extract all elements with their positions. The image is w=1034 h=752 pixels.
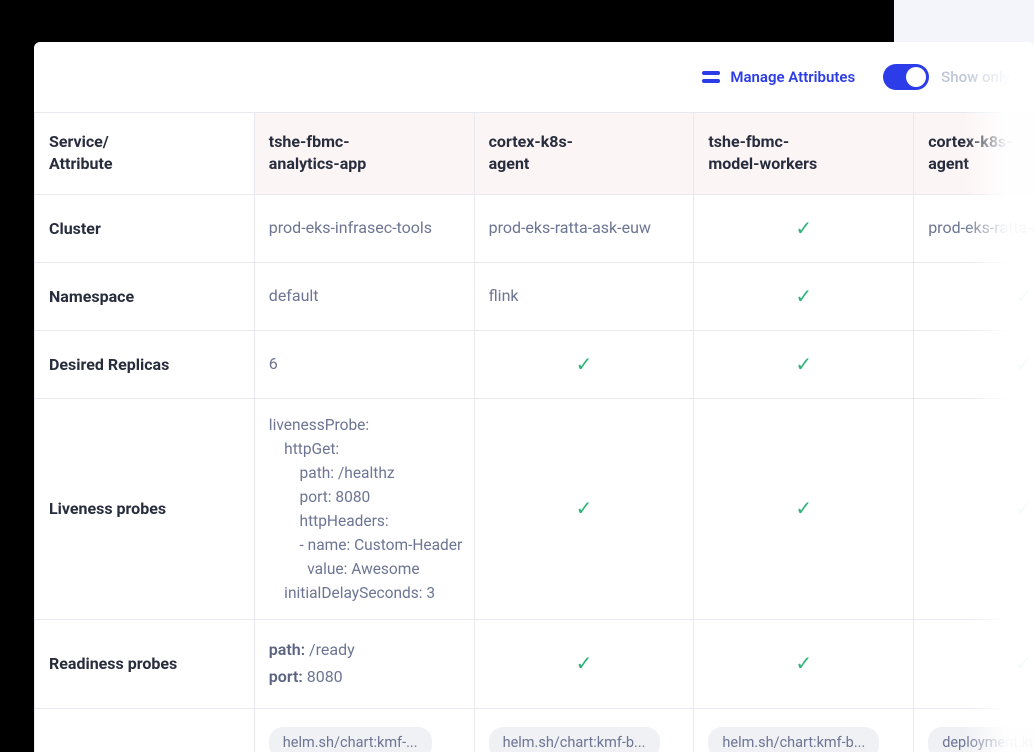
check-icon: ✓ <box>795 493 812 524</box>
attr-value-check: ✓ <box>914 262 1034 330</box>
attr-value-check: ✓ <box>694 330 914 398</box>
attr-value-check: ✓ <box>694 262 914 330</box>
table-row: Liveness probes livenessProbe: httpGet: … <box>35 398 1034 619</box>
check-icon: ✓ <box>1015 493 1032 524</box>
check-icon: ✓ <box>795 648 812 679</box>
attr-label: Readiness probes <box>35 619 255 708</box>
toggle-knob <box>906 67 926 87</box>
table-row: Labels helm.sh/chart:kmf-... app.kuberne… <box>35 708 1034 752</box>
attr-value: deployment.kuberne... <box>914 708 1034 752</box>
check-icon: ✓ <box>795 281 812 312</box>
attr-value-check: ✓ <box>694 194 914 262</box>
table-row: Namespace default flink ✓ ✓ <box>35 262 1034 330</box>
liveness-yaml: livenessProbe: httpGet: path: /healthz p… <box>269 413 460 605</box>
show-only-toggle[interactable] <box>883 64 929 90</box>
manage-attributes-button[interactable]: Manage Attributes <box>702 68 855 86</box>
check-icon: ✓ <box>1015 648 1032 679</box>
check-icon: ✓ <box>795 349 812 380</box>
attr-value-check: ✓ <box>474 330 694 398</box>
attr-value: default <box>254 262 474 330</box>
service-header: tshe-fbmc-model-workers <box>694 113 914 195</box>
toolbar: Manage Attributes Show only <box>34 42 1034 112</box>
attr-value-check: ✓ <box>694 619 914 708</box>
attr-value-check: ✓ <box>694 398 914 619</box>
attr-value-check: ✓ <box>474 619 694 708</box>
check-icon: ✓ <box>576 349 593 380</box>
attr-value-check: ✓ <box>914 619 1034 708</box>
attr-value: prod-eks-ratta-ask-euw <box>914 194 1034 262</box>
show-only-toggle-group: Show only <box>883 64 1010 90</box>
attr-value: helm.sh/chart:kmf-... app.kubernetes.io/… <box>254 708 474 752</box>
check-icon: ✓ <box>576 648 593 679</box>
table-row: Desired Replicas 6 ✓ ✓ ✓ <box>35 330 1034 398</box>
label-pill[interactable]: helm.sh/chart:kmf-b... <box>489 727 660 752</box>
attr-label: Desired Replicas <box>35 330 255 398</box>
table-row: Cluster prod-eks-infrasec-tools prod-eks… <box>35 194 1034 262</box>
label-pill[interactable]: helm.sh/chart:kmf-b... <box>708 727 879 752</box>
label-pill[interactable]: helm.sh/chart:kmf-... <box>269 727 432 752</box>
attr-value: prod-eks-infrasec-tools <box>254 194 474 262</box>
attr-label: Liveness probes <box>35 398 255 619</box>
attr-value: helm.sh/chart:kmf-b... <box>694 708 914 752</box>
check-icon: ✓ <box>1015 281 1032 312</box>
attr-value: path: /ready port: 8080 <box>254 619 474 708</box>
list-icon <box>702 70 720 84</box>
check-icon: ✓ <box>1015 349 1032 380</box>
attr-value-check: ✓ <box>914 398 1034 619</box>
attr-value-check: ✓ <box>474 398 694 619</box>
comparison-panel: Manage Attributes Show only Service/ Att… <box>34 42 1034 752</box>
check-icon: ✓ <box>576 493 593 524</box>
attr-label: Cluster <box>35 194 255 262</box>
service-header: cortex-k8s-agent <box>914 113 1034 195</box>
attr-label: Namespace <box>35 262 255 330</box>
comparison-table: Service/ Attribute tshe-fbmc-analytics-a… <box>34 112 1034 752</box>
manage-attributes-label: Manage Attributes <box>730 68 855 86</box>
service-header: tshe-fbmc-analytics-app <box>254 113 474 195</box>
show-only-label: Show only <box>941 68 1010 86</box>
check-icon: ✓ <box>795 213 812 244</box>
table-row: Readiness probes path: /ready port: 8080… <box>35 619 1034 708</box>
attr-value: 6 <box>254 330 474 398</box>
attr-label: Labels <box>35 708 255 752</box>
label-pill[interactable]: deployment.kuberne... <box>928 727 1034 752</box>
attr-value: livenessProbe: httpGet: path: /healthz p… <box>254 398 474 619</box>
attr-value: helm.sh/chart:kmf-b... app.kubernetes.io… <box>474 708 694 752</box>
attr-value-check: ✓ <box>914 330 1034 398</box>
service-header: cortex-k8s-agent <box>474 113 694 195</box>
attr-value: flink <box>474 262 694 330</box>
corner-header: Service/ Attribute <box>35 113 255 195</box>
attr-value: prod-eks-ratta-ask-euw <box>474 194 694 262</box>
